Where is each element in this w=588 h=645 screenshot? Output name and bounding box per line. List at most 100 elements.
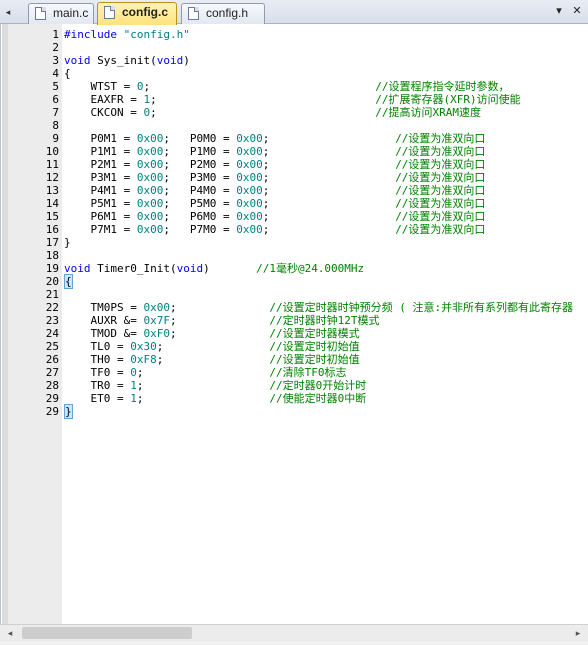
code-line[interactable]: 22 TM0PS = 0x00; //设置定时器时钟预分频 ( 注意:并非所有系… <box>1 301 588 314</box>
code-line[interactable]: 6 EAXFR = 1; //扩展寄存器(XFR)访问使能 <box>1 93 588 106</box>
comment-token: //定时器时钟12T模式 <box>269 314 380 327</box>
code-line[interactable]: 9 P0M1 = 0x00; P0M0 = 0x00; //设置为准双向口 <box>1 132 588 145</box>
code-line[interactable]: 15 P6M1 = 0x00; P6M0 = 0x00; //设置为准双向口 <box>1 210 588 223</box>
code-line[interactable]: 27 TF0 = 0; //清除TF0标志 <box>1 366 588 379</box>
code-token: TL0 = <box>64 340 131 353</box>
code-line[interactable]: 20 { <box>1 274 588 289</box>
line-number: 11 <box>45 158 59 171</box>
tab-config-h[interactable]: config.h <box>181 3 265 24</box>
code-line[interactable]: 7 CKCON = 0; //提高访问XRAM速度 <box>1 106 588 119</box>
code-line[interactable]: 12 P3M1 = 0x00; P3M0 = 0x00; //设置为准双向口 <box>1 171 588 184</box>
code-line[interactable]: 18 <box>1 249 588 262</box>
code-line[interactable]: 29 ET0 = 1; //使能定时器0中断 <box>1 392 588 405</box>
code-line[interactable]: 26 TH0 = 0xF8; //设置定时初始值 <box>1 353 588 366</box>
code-line[interactable]: 13 P4M1 = 0x00; P4M0 = 0x00; //设置为准双向口 <box>1 184 588 197</box>
number-token: 0x00 <box>136 223 164 236</box>
line-number: 13 <box>45 184 59 197</box>
code-line[interactable]: 1 #include "config.h" <box>1 28 588 41</box>
code-text: TH0 = 0xF8; //设置定时初始值 <box>64 353 359 366</box>
string-token: "config.h" <box>123 28 190 41</box>
code-line[interactable]: 5 WTST = 0; //设置程序指令延时参数， <box>1 80 588 93</box>
code-token: TMOD &= <box>64 327 144 340</box>
line-number: 4 <box>52 67 59 80</box>
tab-scroll-left-icon[interactable]: ◂ <box>2 4 14 20</box>
keyword-token: void <box>64 54 91 67</box>
line-number: 12 <box>45 171 59 184</box>
code-token: ; P4M0 = <box>163 184 237 197</box>
chevron-down-icon[interactable]: ▾ <box>552 3 566 19</box>
code-line[interactable]: 25 TL0 = 0x30; //设置定时初始值 <box>1 340 588 353</box>
code-line[interactable]: 28 TR0 = 1; //定时器0开始计时 <box>1 379 588 392</box>
line-number: 28 <box>45 379 59 392</box>
code-line[interactable]: 10 P1M1 = 0x00; P1M0 = 0x00; //设置为准双向口 <box>1 145 588 158</box>
tab-main-c[interactable]: main.c <box>28 3 94 24</box>
tab-label: config.c <box>122 5 169 19</box>
horizontal-scrollbar[interactable]: ◂ ▸ <box>0 624 588 641</box>
code-token: P4M1 = <box>64 184 137 197</box>
code-line[interactable]: 29} <box>1 404 588 419</box>
code-token: ; P2M0 = <box>163 158 237 171</box>
line-number: 9 <box>52 132 59 145</box>
code-text: P0M1 = 0x00; P0M0 = 0x00; //设置为准双向口 <box>64 132 485 145</box>
line-number: 21 <box>45 288 59 301</box>
code-line[interactable]: 11 P2M1 = 0x00; P2M0 = 0x00; //设置为准双向口 <box>1 158 588 171</box>
code-token: P7M1 = <box>64 223 137 236</box>
code-line[interactable]: 17} <box>1 236 588 249</box>
line-number: 7 <box>52 106 59 119</box>
comment-token: //设置定时初始值 <box>269 340 360 353</box>
comment-token: //定时器0开始计时 <box>269 379 367 392</box>
code-line[interactable]: 23 AUXR &= 0x7F; //定时器时钟12T模式 <box>1 314 588 327</box>
code-token: EAXFR = <box>64 93 144 106</box>
matched-brace: } <box>64 404 73 419</box>
code-token: ; P3M0 = <box>163 171 237 184</box>
comment-token: //设置为准双向口 <box>395 145 486 158</box>
code-token: ; <box>169 314 177 327</box>
code-text: void Timer0_Init(void) //1毫秒@24.000MHz <box>64 262 364 275</box>
preprocessor-token: #include <box>64 28 124 41</box>
comment-token: //设置定时器时钟预分频 ( 注意:并非所有系列都有此寄存器 <box>269 301 574 314</box>
code-line[interactable]: 14 P5M1 = 0x00; P5M0 = 0x00; //设置为准双向口 <box>1 197 588 210</box>
comment-token: //设置定时器模式 <box>269 327 360 340</box>
code-line[interactable]: 16 P7M1 = 0x00; P7M0 = 0x00; //设置为准双向口 <box>1 223 588 236</box>
tab-config-c[interactable]: config.c <box>97 2 177 25</box>
number-token: 0x00 <box>136 145 164 158</box>
line-number: 6 <box>52 93 59 106</box>
code-editor[interactable]: 1 #include "config.h" 2 3 void Sys_init(void… <box>0 24 588 624</box>
code-line[interactable]: 24 TMOD &= 0xF0; //设置定时器模式 <box>1 327 588 340</box>
line-number: 2 <box>52 41 59 54</box>
line-number: 29 <box>45 392 59 405</box>
scroll-right-icon[interactable]: ▸ <box>570 626 586 640</box>
code-line[interactable]: 21 <box>1 288 588 301</box>
line-number: 10 <box>45 145 59 158</box>
close-icon[interactable]: ✕ <box>570 3 584 19</box>
comment-token: //1毫秒@24.000MHz <box>256 262 365 275</box>
code-text: { <box>64 67 71 80</box>
code-line[interactable]: 19 void Timer0_Init(void) //1毫秒@24.000MHz <box>1 262 588 275</box>
number-token: 0x00 <box>136 171 164 184</box>
code-text: P6M1 = 0x00; P6M0 = 0x00; //设置为准双向口 <box>64 210 485 223</box>
comment-token: //使能定时器0中断 <box>269 392 367 405</box>
scroll-left-icon[interactable]: ◂ <box>2 626 18 640</box>
code-line[interactable]: 2 <box>1 41 588 54</box>
code-line[interactable]: 3 void Sys_init(void) <box>1 54 588 67</box>
line-number: 3 <box>52 54 59 67</box>
keyword-token: void <box>176 262 204 275</box>
scrollbar-thumb[interactable] <box>22 627 192 639</box>
code-text: P3M1 = 0x00; P3M0 = 0x00; //设置为准双向口 <box>64 171 485 184</box>
code-text: TL0 = 0x30; //设置定时初始值 <box>64 340 360 353</box>
comment-token: //设置为准双向口 <box>395 184 486 197</box>
code-line[interactable]: 8 <box>1 119 588 132</box>
comment-token: //设置为准双向口 <box>395 171 486 184</box>
code-text: P7M1 = 0x00; P7M0 = 0x00; //设置为准双向口 <box>64 223 485 236</box>
file-tab-bar: ◂ main.c config.c config.h ▾ ✕ <box>0 0 588 25</box>
code-line[interactable]: 4{ <box>1 67 588 80</box>
code-token: CKCON = <box>64 106 144 119</box>
code-text: P4M1 = 0x00; P4M0 = 0x00; //设置为准双向口 <box>64 184 485 197</box>
code-text: void Sys_init(void) <box>64 54 190 67</box>
